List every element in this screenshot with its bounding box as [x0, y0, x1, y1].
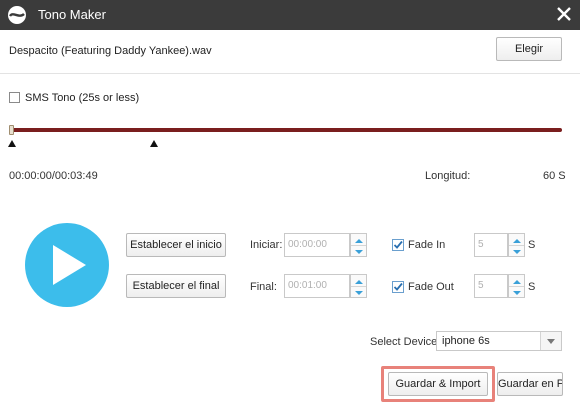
save-to-pc-button[interactable]: Guardar en PC	[497, 372, 563, 396]
fade-out-unit: S	[528, 281, 536, 293]
set-end-button[interactable]: Establecer el final	[126, 274, 226, 298]
length-value: 60 S	[543, 170, 566, 182]
fade-in-checkbox[interactable]	[392, 239, 404, 251]
file-name: Despacito (Featuring Daddy Yankee).wav	[9, 45, 212, 57]
fade-in-unit: S	[528, 239, 536, 251]
stepper-down-icon[interactable]	[509, 286, 524, 297]
device-select[interactable]: iphone 6s	[436, 331, 562, 351]
sms-tone-label: SMS Tono (25s or less)	[25, 92, 140, 104]
select-device-label: Select Device:	[370, 336, 441, 348]
choose-file-button[interactable]: Elegir	[496, 37, 562, 61]
stepper-down-icon[interactable]	[351, 245, 366, 256]
window-title: Tono Maker	[38, 7, 106, 22]
end-time-stepper[interactable]	[350, 274, 367, 298]
play-icon[interactable]	[53, 245, 86, 285]
end-time-field[interactable]: 00:01:00	[284, 274, 350, 298]
start-time-label: Iniciar:	[250, 239, 283, 251]
timeline-handle[interactable]	[9, 125, 14, 135]
start-time-stepper[interactable]	[350, 233, 367, 257]
sms-tone-checkbox[interactable]	[9, 92, 20, 103]
divider	[0, 73, 580, 74]
stepper-down-icon[interactable]	[509, 245, 524, 256]
set-start-button[interactable]: Establecer el inicio	[126, 233, 226, 257]
save-import-button[interactable]: Guardar & Import	[388, 372, 488, 396]
swirl-logo-icon	[7, 5, 27, 25]
end-marker-icon[interactable]	[150, 140, 158, 147]
fade-out-checkbox[interactable]	[392, 281, 404, 293]
timeline-track[interactable]	[10, 128, 562, 132]
fade-in-label: Fade In	[408, 239, 446, 251]
stepper-down-icon[interactable]	[351, 286, 366, 297]
fade-out-seconds-field[interactable]: 5	[474, 274, 508, 298]
close-icon[interactable]	[555, 5, 573, 23]
start-time-field[interactable]: 00:00:00	[284, 233, 350, 257]
chevron-down-icon[interactable]	[540, 332, 561, 350]
end-time-label: Final:	[250, 281, 277, 293]
time-display: 00:00:00/00:03:49	[9, 170, 98, 182]
fade-in-seconds-field[interactable]: 5	[474, 233, 508, 257]
fade-out-stepper[interactable]	[508, 274, 525, 298]
start-marker-icon[interactable]	[8, 140, 16, 147]
length-label: Longitud:	[425, 170, 471, 182]
fade-out-label: Fade Out	[408, 281, 454, 293]
device-select-value: iphone 6s	[442, 335, 490, 347]
fade-in-stepper[interactable]	[508, 233, 525, 257]
